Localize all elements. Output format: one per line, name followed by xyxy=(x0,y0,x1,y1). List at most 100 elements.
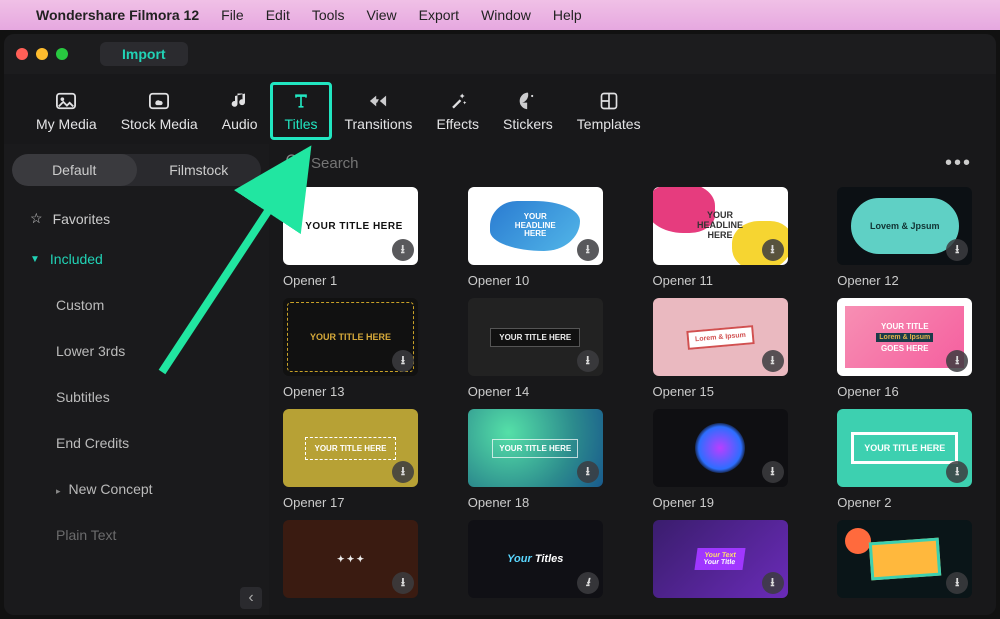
sidebar: Default Filmstock ☆ Favorites ▼ Included… xyxy=(4,144,269,615)
menu-view[interactable]: View xyxy=(367,7,397,23)
tab-label: Effects xyxy=(436,116,479,132)
download-icon[interactable]: ⭳ xyxy=(577,461,599,483)
template-card-opener-18[interactable]: YOUR TITLE HERE ⭳ Opener 18 xyxy=(468,409,603,510)
template-card[interactable]: ✦ ✦ ✦ ⭳ xyxy=(283,520,418,598)
download-icon[interactable]: ⭳ xyxy=(762,461,784,483)
sidebar-sub-end-credits[interactable]: End Credits xyxy=(12,423,261,463)
macos-menubar: Wondershare Filmora 12 File Edit Tools V… xyxy=(0,0,1000,30)
tab-label: My Media xyxy=(36,116,97,132)
template-thumbnail: YOUR TITLELorem & IpsumGOES HERE ⭳ xyxy=(837,298,972,376)
music-note-icon xyxy=(229,90,251,112)
sidebar-sub-plain-text[interactable]: Plain Text xyxy=(12,515,261,555)
tab-my-media[interactable]: My Media xyxy=(24,86,109,136)
segment-filmstock[interactable]: Filmstock xyxy=(137,154,262,186)
template-label: Opener 15 xyxy=(653,384,788,399)
sidebar-item-favorites[interactable]: ☆ Favorites xyxy=(12,198,261,239)
sidebar-item-included[interactable]: ▼ Included xyxy=(12,239,261,279)
download-icon[interactable]: ⭳ xyxy=(762,572,784,594)
template-thumbnail: Lovem & Jpsum ⭳ xyxy=(837,187,972,265)
tab-label: Transitions xyxy=(344,116,412,132)
template-thumbnail: YOUR TITLE HERE ⭳ xyxy=(837,409,972,487)
menu-tools[interactable]: Tools xyxy=(312,7,345,23)
sidebar-sub-subtitles[interactable]: Subtitles xyxy=(12,377,261,417)
menu-window[interactable]: Window xyxy=(481,7,531,23)
main-panel: ••• YOUR TITLE HERE ⭳ Opener 1 YOURHEADL… xyxy=(269,144,996,615)
tab-effects[interactable]: Effects xyxy=(424,86,491,136)
tab-audio[interactable]: Audio xyxy=(210,86,270,136)
template-thumbnail: Your Titles ⭳ xyxy=(468,520,603,598)
download-icon[interactable]: ⭳ xyxy=(577,350,599,372)
wand-icon xyxy=(447,90,469,112)
download-icon[interactable]: ⭳ xyxy=(392,350,414,372)
tab-titles[interactable]: Titles xyxy=(270,82,333,140)
template-card-opener-15[interactable]: Lorem & Ipsum ⭳ Opener 15 xyxy=(653,298,788,399)
template-card-opener-13[interactable]: YOUR TITLE HERE ⭳ Opener 13 xyxy=(283,298,418,399)
window-minimize-button[interactable] xyxy=(36,48,48,60)
layout-icon xyxy=(598,90,620,112)
download-icon[interactable]: ⭳ xyxy=(392,239,414,261)
import-button[interactable]: Import xyxy=(100,42,188,66)
template-card-opener-10[interactable]: YOURHEADLINEHERE ⭳ Opener 10 xyxy=(468,187,603,288)
download-icon[interactable]: ⭳ xyxy=(392,461,414,483)
segment-default[interactable]: Default xyxy=(12,154,137,186)
cloud-icon xyxy=(148,90,170,112)
text-icon xyxy=(290,90,312,112)
sidebar-sub-lower-3rds[interactable]: Lower 3rds xyxy=(12,331,261,371)
menu-export[interactable]: Export xyxy=(419,7,459,23)
download-icon[interactable]: ⭳ xyxy=(946,461,968,483)
template-thumbnail: YOURHEADLINEHERE ⭳ xyxy=(468,187,603,265)
media-toolbar: My Media Stock Media Audio Titles Transi… xyxy=(4,74,996,144)
menu-edit[interactable]: Edit xyxy=(266,7,290,23)
tab-templates[interactable]: Templates xyxy=(565,86,653,136)
template-label: Opener 18 xyxy=(468,495,603,510)
window-zoom-button[interactable] xyxy=(56,48,68,60)
sidebar-collapse-button[interactable]: ‹ xyxy=(240,587,262,609)
template-card-opener-2[interactable]: YOUR TITLE HERE ⭳ Opener 2 xyxy=(837,409,972,510)
template-card-opener-19[interactable]: ⭳ Opener 19 xyxy=(653,409,788,510)
download-icon[interactable]: ⭳ xyxy=(392,572,414,594)
download-icon[interactable]: ⭳ xyxy=(762,350,784,372)
template-label: Opener 17 xyxy=(283,495,418,510)
template-card[interactable]: Your TextYour Title ⭳ xyxy=(653,520,788,598)
download-icon[interactable]: ⭳ xyxy=(946,239,968,261)
template-label: Opener 2 xyxy=(837,495,972,510)
menu-file[interactable]: File xyxy=(221,7,244,23)
tab-transitions[interactable]: Transitions xyxy=(332,86,424,136)
sidebar-segment: Default Filmstock xyxy=(12,154,261,186)
sidebar-sub-custom[interactable]: Custom xyxy=(12,285,261,325)
download-icon[interactable]: ⭳ xyxy=(762,239,784,261)
template-card[interactable]: Your Titles ⭳ xyxy=(468,520,603,598)
tab-label: Stock Media xyxy=(121,116,198,132)
tab-stickers[interactable]: Stickers xyxy=(491,86,565,136)
image-icon xyxy=(55,90,77,112)
template-card-opener-14[interactable]: YOUR TITLE HERE ⭳ Opener 14 xyxy=(468,298,603,399)
download-icon[interactable]: ⭳ xyxy=(577,239,599,261)
menu-help[interactable]: Help xyxy=(553,7,582,23)
more-options-icon[interactable]: ••• xyxy=(937,152,980,175)
template-card-opener-11[interactable]: YOURHEADLINEHERE ⭳ Opener 11 xyxy=(653,187,788,288)
app-name[interactable]: Wondershare Filmora 12 xyxy=(36,7,199,23)
template-card-opener-17[interactable]: YOUR TITLE HERE ⭳ Opener 17 xyxy=(283,409,418,510)
tab-label: Titles xyxy=(285,116,318,132)
chevron-right-icon: ▸ xyxy=(56,486,61,496)
template-thumbnail: YOUR TITLE HERE ⭳ xyxy=(283,409,418,487)
download-icon[interactable]: ⭳ xyxy=(946,572,968,594)
search-input[interactable] xyxy=(311,155,927,172)
download-icon[interactable]: ⭳ xyxy=(946,350,968,372)
template-thumbnail: ⭳ xyxy=(653,409,788,487)
app-window: Import My Media Stock Media Audio Titles… xyxy=(4,34,996,615)
window-close-button[interactable] xyxy=(16,48,28,60)
tab-stock-media[interactable]: Stock Media xyxy=(109,86,210,136)
tab-label: Stickers xyxy=(503,116,553,132)
window-titlebar: Import xyxy=(4,34,996,74)
template-card[interactable]: ⭳ xyxy=(837,520,972,598)
template-card-opener-12[interactable]: Lovem & Jpsum ⭳ Opener 12 xyxy=(837,187,972,288)
template-card-opener-1[interactable]: YOUR TITLE HERE ⭳ Opener 1 xyxy=(283,187,418,288)
template-card-opener-16[interactable]: YOUR TITLELorem & IpsumGOES HERE ⭳ Opene… xyxy=(837,298,972,399)
template-label: Opener 16 xyxy=(837,384,972,399)
download-icon[interactable]: ⭳ xyxy=(577,572,599,594)
template-label: Opener 11 xyxy=(653,273,788,288)
template-label: Opener 10 xyxy=(468,273,603,288)
template-thumbnail: Lorem & Ipsum ⭳ xyxy=(653,298,788,376)
sidebar-sub-new-concept[interactable]: ▸New Concept xyxy=(12,469,261,509)
